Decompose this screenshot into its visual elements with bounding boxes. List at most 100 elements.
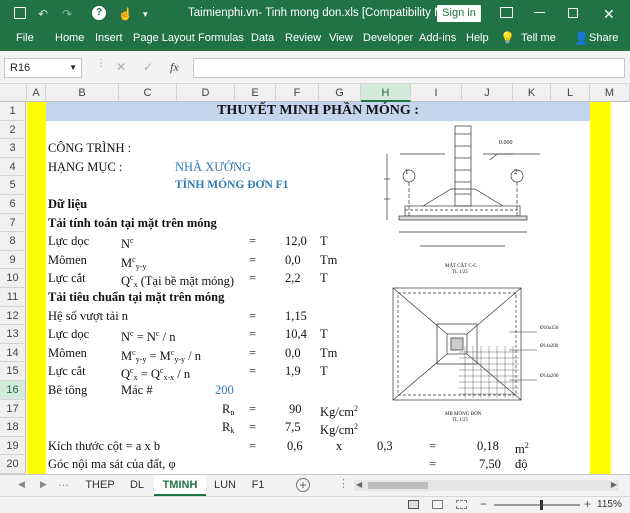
tab-formulas[interactable]: Formulas — [198, 32, 244, 44]
scroll-tabs-right-icon[interactable]: ▶ — [40, 479, 47, 490]
column-header-A[interactable]: A — [27, 84, 46, 102]
row-header[interactable]: 15 — [0, 362, 26, 381]
ribbon-display-icon[interactable] — [500, 7, 513, 18]
column-header-F[interactable]: F — [276, 84, 319, 102]
tell-me-search[interactable]: Tell me — [521, 32, 556, 44]
close-icon[interactable]: ✕ — [603, 6, 615, 22]
row9-value: 0,0 — [285, 252, 301, 267]
row-header[interactable]: 20 — [0, 455, 26, 474]
row-header[interactable]: 9 — [0, 250, 26, 270]
maximize-icon[interactable] — [568, 8, 578, 18]
scrollbar-thumb[interactable] — [368, 482, 428, 489]
customize-qat-icon[interactable]: ▾ — [143, 6, 148, 22]
zoom-level[interactable]: 115% — [597, 499, 622, 510]
column-header-H[interactable]: H — [361, 84, 411, 102]
page-title: THUYẾT MINH PHẦN MÓNG : — [217, 103, 419, 118]
minimize-icon[interactable] — [534, 12, 545, 13]
row-header[interactable]: 19 — [0, 436, 26, 456]
column-header-C[interactable]: C — [119, 84, 177, 102]
tab-page-layout[interactable]: Page Layout — [133, 32, 195, 44]
chevron-down-icon[interactable]: ▼ — [69, 59, 77, 77]
column-header-K[interactable]: K — [513, 84, 551, 102]
name-box[interactable]: R16 ▼ — [4, 58, 82, 78]
tabs-splitter-icon[interactable]: ⋮ — [338, 477, 349, 490]
row-header[interactable]: 8 — [0, 232, 26, 251]
row10-value: 2,2 — [285, 271, 301, 286]
tab-developer[interactable]: Developer — [363, 32, 413, 44]
share-button[interactable]: Share — [589, 32, 618, 44]
row-header[interactable]: 13 — [0, 325, 26, 344]
touch-mode-icon[interactable]: ☝ — [118, 6, 133, 22]
sheet-tab-dl[interactable]: DL — [122, 475, 152, 496]
row-header[interactable]: 10 — [0, 269, 26, 288]
worksheet-grid[interactable]: A B C D E F G H I J K L M 1 2 3 4 5 6 7 … — [0, 84, 630, 474]
row-header[interactable]: 14 — [0, 343, 26, 363]
column-header-I[interactable]: I — [411, 84, 462, 102]
row-header[interactable]: 4 — [0, 157, 26, 177]
row-header[interactable]: 3 — [0, 139, 26, 158]
page-break-view-icon[interactable] — [456, 500, 467, 509]
new-sheet-icon[interactable]: + — [296, 478, 310, 492]
row-header[interactable]: 2 — [0, 120, 26, 140]
row-header[interactable]: 5 — [0, 176, 26, 195]
row-header-selected[interactable]: 16 — [0, 381, 26, 400]
select-all-corner[interactable] — [0, 84, 27, 102]
zoom-out-icon[interactable]: − — [480, 497, 487, 511]
sheet-tab-tminh[interactable]: TMINH — [154, 475, 206, 496]
row-header[interactable]: 12 — [0, 306, 26, 326]
formula-input[interactable] — [193, 58, 625, 78]
tai-tinh-toan-heading: Tải tính toán tại mặt trên móng — [48, 215, 217, 230]
column-header-E[interactable]: E — [235, 84, 276, 102]
row10-label: Lực cắt — [48, 271, 86, 286]
zoom-in-icon[interactable]: + — [584, 497, 591, 511]
zoom-slider-thumb[interactable] — [540, 500, 543, 510]
sheet-tab-f1[interactable]: F1 — [244, 475, 272, 496]
column-header-B[interactable]: B — [46, 84, 119, 102]
tab-help[interactable]: Help — [466, 32, 489, 44]
page-layout-view-icon[interactable] — [432, 500, 443, 509]
scroll-right-icon[interactable]: ▶ — [611, 480, 617, 489]
tab-review[interactable]: Review — [285, 32, 321, 44]
row14-unit: Tm — [320, 345, 338, 360]
column-header-L[interactable]: L — [551, 84, 590, 102]
tabs-more-icon[interactable]: … — [58, 477, 69, 489]
redo-icon[interactable]: ↷ — [62, 6, 72, 22]
zoom-slider[interactable] — [494, 500, 580, 510]
row9-label: Mômen — [48, 252, 87, 267]
title-bar: ↶ ↷ ? ☝ ▾ Taimienphi.vn- Tinh mong don.x… — [0, 0, 630, 28]
column-header-G[interactable]: G — [319, 84, 361, 102]
scroll-tabs-left-icon[interactable]: ◀ — [18, 479, 25, 490]
horizontal-scrollbar[interactable]: ◀ ▶ — [354, 480, 619, 491]
sheet-tab-thep[interactable]: THEP — [80, 475, 120, 496]
row13-value: 10,4 — [285, 327, 307, 342]
rebar-label-3: Ø14a200 — [540, 374, 559, 379]
insert-function-icon[interactable]: fx — [170, 60, 179, 75]
help-icon[interactable]: ? — [92, 6, 106, 20]
tab-add-ins[interactable]: Add-ins — [419, 32, 456, 44]
undo-icon[interactable]: ↶ — [38, 6, 48, 22]
row19-a: 0,6 — [287, 438, 303, 453]
row-header[interactable]: 11 — [0, 288, 26, 307]
axis-2-label: 2 — [514, 168, 518, 176]
tab-view[interactable]: View — [329, 32, 353, 44]
tab-file[interactable]: File — [16, 32, 34, 44]
row-header[interactable]: 7 — [0, 213, 26, 233]
sheet-tab-lun[interactable]: LUN — [208, 475, 242, 496]
tab-insert[interactable]: Insert — [95, 32, 123, 44]
sign-in-button[interactable]: Sign in — [437, 5, 481, 22]
cancel-icon[interactable]: ✕ — [116, 60, 126, 74]
column-header-J[interactable]: J — [462, 84, 513, 102]
row-header[interactable]: 18 — [0, 418, 26, 437]
scroll-left-icon[interactable]: ◀ — [356, 480, 362, 489]
normal-view-icon[interactable] — [408, 500, 419, 509]
column-header-M[interactable]: M — [590, 84, 630, 102]
tab-data[interactable]: Data — [251, 32, 274, 44]
row-header[interactable]: 6 — [0, 195, 26, 214]
column-header-D[interactable]: D — [177, 84, 235, 102]
tab-home[interactable]: Home — [55, 32, 84, 44]
enter-icon[interactable]: ✓ — [143, 60, 153, 74]
row-header[interactable]: 17 — [0, 399, 26, 419]
save-icon[interactable] — [14, 7, 26, 19]
row-header[interactable]: 1 — [0, 102, 26, 121]
plan-scale: TL 1/25 — [452, 418, 469, 423]
